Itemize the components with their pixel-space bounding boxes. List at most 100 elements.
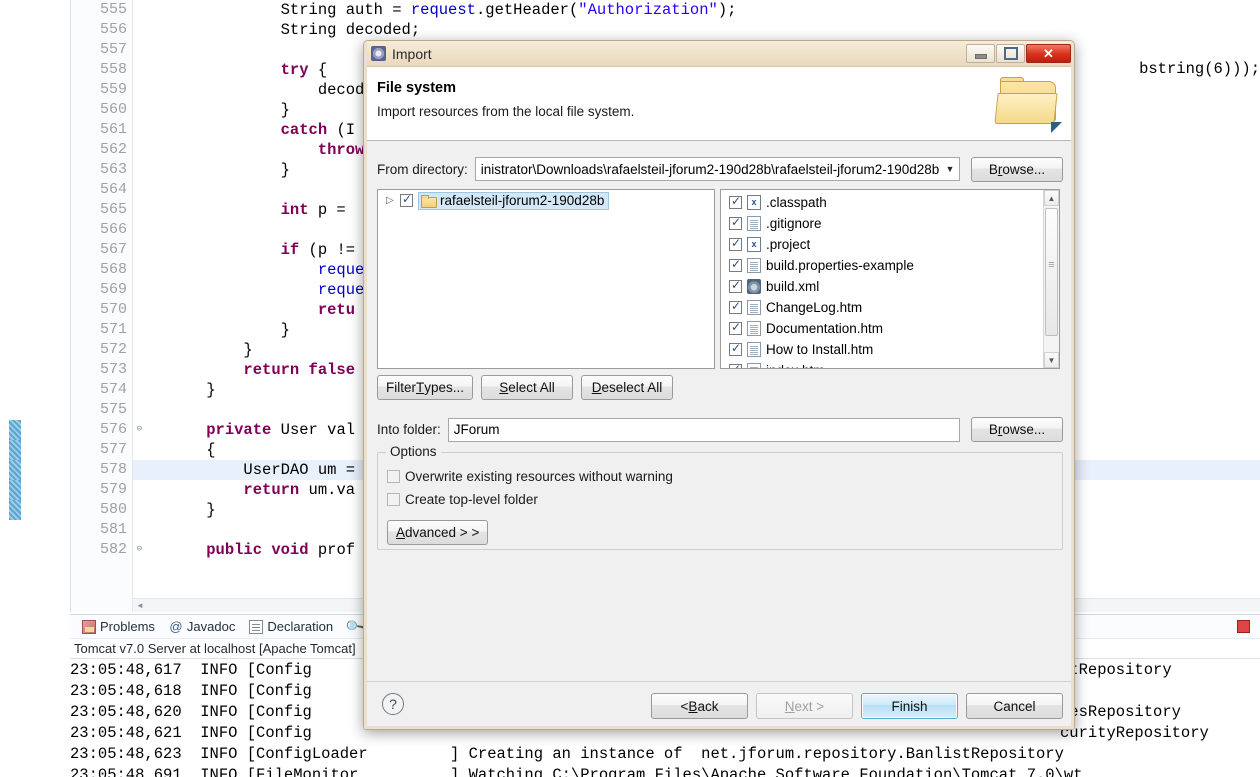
file-checkbox[interactable] [729,362,742,368]
line-number[interactable]: 568 [71,260,132,280]
file-checkbox[interactable] [729,257,742,272]
line-number[interactable]: 582 ⊖ [71,540,142,560]
file-list-pane[interactable]: x .classpath .gitignore x .project build.prop… [720,189,1060,369]
code-token: .getHeader( [475,1,579,19]
window-controls[interactable]: ✕ [966,41,1074,66]
directory-tree-pane[interactable]: ▷ rafaelsteil-jforum2-190d28b [377,189,715,369]
line-number[interactable]: 555 [71,0,132,20]
scroll-left-arrow-icon[interactable]: ◄ [133,599,147,612]
file-checkbox[interactable] [729,299,742,314]
list-item[interactable]: build.properties-example [721,255,1059,276]
line-number[interactable]: 556 [71,20,132,40]
into-folder-input[interactable]: JForum [447,417,960,442]
from-directory-browse-button[interactable]: Br owse... [971,156,1063,182]
line-number[interactable]: 562 [71,140,132,160]
line-number[interactable]: 563 [71,160,132,180]
cancel-button[interactable]: Cancel [966,693,1063,719]
code-line[interactable]: String auth = request.getHeader("Authori… [133,0,1260,20]
minimize-button[interactable] [966,44,995,63]
overwrite-checkbox-row[interactable]: Overwrite existing resources without war… [378,465,1062,488]
line-number[interactable]: 580 [9,500,132,520]
tree-root-checkbox[interactable] [400,192,413,207]
file-checkbox[interactable] [729,320,742,335]
line-number[interactable]: 571 [71,320,132,340]
tab-javadoc[interactable]: @ Javadoc [163,618,241,635]
filter-types-button[interactable]: Filter Types... [377,375,474,400]
line-number[interactable]: 570 [71,300,132,320]
line-number[interactable]: 564 [71,180,132,200]
line-number[interactable]: 572 [71,340,132,360]
list-item[interactable]: build.xml [721,276,1059,297]
scroll-down-arrow-icon[interactable]: ▼ [1044,352,1059,368]
from-directory-combobox[interactable]: inistrator\Downloads\rafaelsteil-jforum2… [474,157,960,181]
line-number[interactable]: 569 [71,280,132,300]
expand-arrow-icon[interactable]: ▷ [386,195,400,206]
code-token: catch [280,121,328,139]
list-item[interactable]: How to Install.htm [721,339,1059,360]
into-folder-row[interactable]: Into folder: JForum Br owse... [377,417,1063,442]
help-icon[interactable]: ? [382,693,404,715]
line-number[interactable]: 574 [71,380,132,400]
file-checkbox[interactable] [729,278,742,293]
line-number[interactable]: 559 [71,80,132,100]
file-checkbox[interactable] [729,194,742,209]
into-folder-browse-button[interactable]: Br owse... [971,417,1063,442]
list-item[interactable]: .gitignore [721,213,1059,234]
scrollbar-thumb[interactable] [1045,208,1058,336]
code-line[interactable]: String decoded; [133,20,1260,40]
tree-root-item[interactable]: rafaelsteil-jforum2-190d28b [418,191,610,210]
overwrite-checkbox[interactable] [387,470,400,483]
wizard-buttons[interactable]: < Back Next > Finish Cancel [651,693,1063,719]
import-dialog[interactable]: Import ✕ File system Import resources fr… [363,40,1075,730]
file-checkbox[interactable] [729,236,742,251]
tab-declaration[interactable]: Declaration [243,618,339,635]
tab-problems[interactable]: Problems [76,618,161,635]
line-number[interactable]: 573 [71,360,132,380]
line-number[interactable]: 578 [9,460,132,480]
line-number[interactable]: 575 [71,400,132,420]
resource-selection-panes[interactable]: ▷ rafaelsteil-jforum2-190d28b x .classpat… [377,189,1063,369]
file-list-scrollbar[interactable]: ▲ ▼ [1043,190,1059,368]
advanced-button[interactable]: Advanced > > [387,520,489,545]
chevron-down-icon[interactable]: ▼ [941,164,959,174]
list-item[interactable]: Documentation.htm [721,318,1059,339]
from-directory-row[interactable]: From directory: inistrator\Downloads\raf… [377,156,1063,182]
tab-declaration-label: Declaration [267,619,334,634]
line-number[interactable]: 566 [71,220,132,240]
line-number[interactable]: 560 [71,100,132,120]
back-button[interactable]: < Back [651,693,748,719]
tree-row[interactable]: ▷ rafaelsteil-jforum2-190d28b [378,190,714,211]
dialog-footer[interactable]: ? < Back Next > Finish Cancel [364,681,1074,729]
line-number[interactable]: 557 [71,40,132,60]
line-number[interactable]: 558 [71,60,132,80]
selection-buttons-row[interactable]: Filter Types... Select All Deselect All [377,375,674,400]
create-top-level-folder-row[interactable]: Create top-level folder [378,488,1062,511]
finish-button[interactable]: Finish [861,693,958,719]
line-number[interactable]: 565 [71,200,132,220]
create-top-level-folder-checkbox[interactable] [387,493,400,506]
dialog-titlebar[interactable]: Import ✕ [364,41,1074,67]
dialog-body[interactable]: From directory: inistrator\Downloads\raf… [364,141,1074,683]
console-line-tail: ] Watching C:\Program Files\Apache Softw… [450,766,1083,777]
select-all-button[interactable]: Select All [481,375,574,400]
scroll-up-arrow-icon[interactable]: ▲ [1044,190,1059,206]
file-checkbox[interactable] [729,341,742,356]
close-button[interactable]: ✕ [1026,44,1071,63]
list-item[interactable]: ChangeLog.htm [721,297,1059,318]
editor-line-number-gutter: 555 556 557 558 559 560 561 562 563 564 565 566 567 5… [9,0,142,612]
line-number[interactable]: 561 [71,120,132,140]
line-number[interactable]: 579 [9,480,132,500]
list-item[interactable]: index.htm [721,360,1059,368]
tree-root-label: rafaelsteil-jforum2-190d28b [440,193,605,208]
maximize-button[interactable] [996,44,1025,63]
line-number[interactable]: 567 [71,240,132,260]
line-number[interactable]: 581 [71,520,132,540]
terminate-button[interactable] [1237,620,1250,633]
list-item[interactable]: x .project [721,234,1059,255]
deselect-all-button[interactable]: Deselect All [581,375,674,400]
list-item[interactable]: x .classpath [721,192,1059,213]
file-checkbox[interactable] [729,215,742,230]
line-number[interactable]: 576 ⊖ [9,420,142,440]
line-number[interactable]: 577 [9,440,132,460]
